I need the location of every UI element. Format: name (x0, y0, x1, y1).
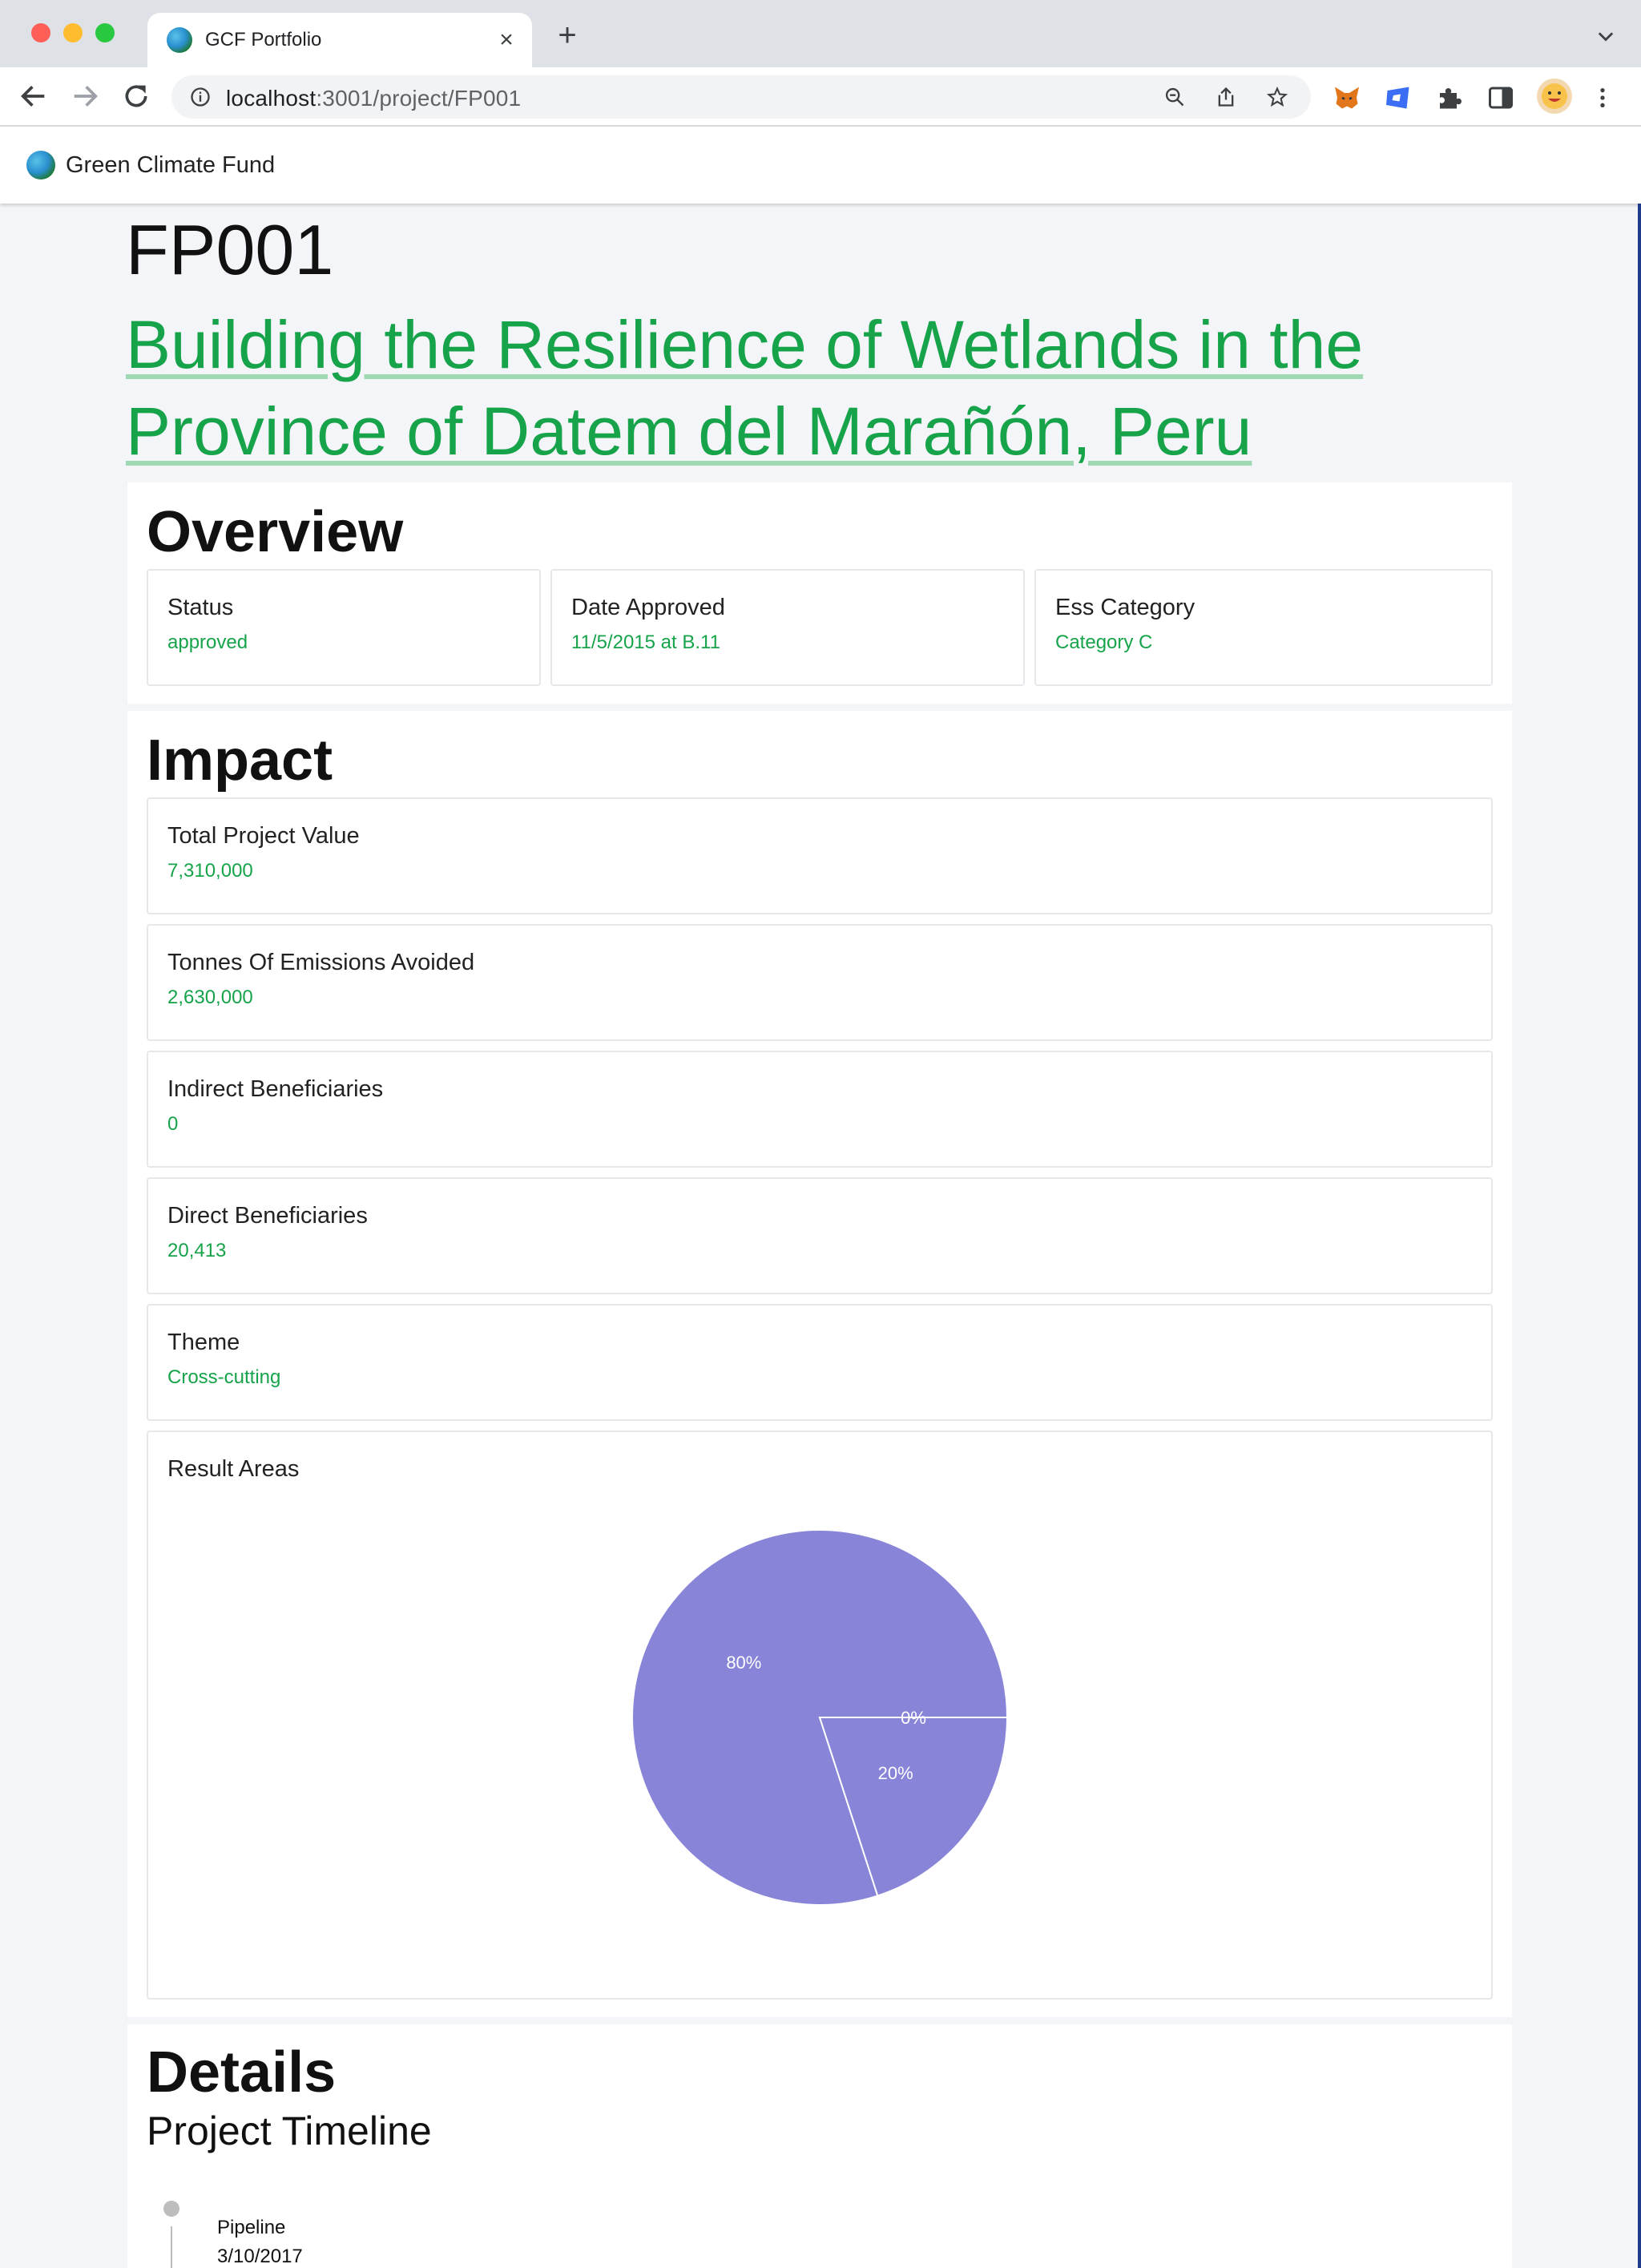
kebab-menu-icon[interactable] (1590, 83, 1615, 112)
card-label: Direct Beneficiaries (167, 1203, 368, 1229)
project-timeline-title: Project Timeline (147, 2109, 432, 2153)
card-value: 7,310,000 (167, 860, 253, 882)
card-label: Theme (167, 1330, 240, 1355)
total-project-value-card: Total Project Value 7,310,000 (147, 797, 1493, 914)
timeline-stage-date: 3/10/2017 (217, 2246, 303, 2267)
timeline-dot (163, 2201, 179, 2217)
reload-icon[interactable] (120, 80, 152, 112)
details-title: Details (147, 2040, 337, 2105)
browser-tabstrip: GCF Portfolio × + (0, 0, 1641, 67)
status-card: Status approved (147, 569, 541, 686)
card-label: Date Approved (571, 595, 725, 620)
card-value: 20,413 (167, 1240, 227, 1261)
card-label: Tonnes Of Emissions Avoided (167, 950, 475, 975)
ess-category-card: Ess Category Category C (1034, 569, 1493, 686)
close-window-button[interactable] (31, 23, 50, 42)
chevron-down-icon[interactable] (1595, 26, 1617, 48)
window-edge (1638, 204, 1641, 2268)
card-value: 11/5/2015 at B.11 (571, 632, 720, 653)
overview-section: Overview Status approved Date Approved 1… (127, 482, 1512, 704)
indirect-beneficiaries-card: Indirect Beneficiaries 0 (147, 1051, 1493, 1168)
date-approved-card: Date Approved 11/5/2015 at B.11 (550, 569, 1025, 686)
result-areas-pie-chart: 80% 20% 0% (631, 1529, 1009, 1906)
card-value: Cross-cutting (167, 1366, 281, 1388)
browser-tab[interactable]: GCF Portfolio × (147, 13, 532, 67)
pie-slice-label: 80% (726, 1653, 761, 1673)
details-section: Details Project Timeline Pipeline 3/10/2… (127, 2024, 1512, 2268)
globe-favicon-icon (167, 27, 192, 53)
card-value: 2,630,000 (167, 987, 253, 1008)
bookmark-star-icon[interactable] (1266, 86, 1288, 108)
forward-arrow-icon[interactable] (69, 80, 101, 112)
card-label: Total Project Value (167, 823, 360, 849)
pie-slice-label: 20% (878, 1763, 913, 1783)
tab-title: GCF Portfolio (205, 29, 322, 50)
zoom-out-icon[interactable] (1163, 86, 1186, 108)
info-icon[interactable] (189, 86, 212, 108)
card-label: Ess Category (1055, 595, 1195, 620)
impact-section: Impact Total Project Value 7,310,000 Ton… (127, 711, 1512, 2017)
minimize-window-button[interactable] (63, 23, 83, 42)
back-arrow-icon[interactable] (18, 80, 50, 112)
direct-beneficiaries-card: Direct Beneficiaries 20,413 (147, 1177, 1493, 1294)
browser-toolbar: localhost:3001/project/FP001 (0, 67, 1641, 127)
share-icon[interactable] (1215, 86, 1237, 108)
overview-title: Overview (147, 500, 404, 564)
metamask-fox-icon[interactable] (1333, 83, 1361, 112)
result-areas-card: Result Areas 80% 20% 0% (147, 1431, 1493, 2000)
card-label: Indirect Beneficiaries (167, 1076, 384, 1102)
pie-slice-label: 0% (901, 1708, 926, 1728)
project-title-link[interactable]: Building the Resilience of Wetlands in t… (126, 301, 1504, 474)
impact-title: Impact (147, 728, 333, 793)
extension-blue-icon[interactable] (1384, 83, 1413, 112)
card-value: approved (167, 632, 248, 653)
emissions-avoided-card: Tonnes Of Emissions Avoided 2,630,000 (147, 924, 1493, 1041)
address-bar[interactable]: localhost:3001/project/FP001 (171, 75, 1311, 119)
maximize-window-button[interactable] (95, 23, 115, 42)
card-value: 0 (167, 1113, 179, 1135)
timeline-stage-label: Pipeline (217, 2217, 286, 2238)
theme-card: Theme Cross-cutting (147, 1304, 1493, 1421)
project-id: FP001 (126, 210, 334, 289)
card-value: Category C (1055, 632, 1153, 653)
timeline-connector (171, 2226, 172, 2268)
side-panel-icon[interactable] (1486, 83, 1515, 112)
new-tab-button[interactable]: + (551, 19, 583, 53)
globe-logo-icon (26, 151, 55, 180)
tab-close-icon[interactable]: × (490, 24, 522, 56)
emoji-face-icon (1542, 83, 1567, 109)
puzzle-extensions-icon[interactable] (1435, 83, 1464, 112)
app-header: Green Climate Fund (0, 127, 1641, 204)
profile-avatar[interactable] (1537, 79, 1572, 114)
url-text[interactable]: localhost:3001/project/FP001 (226, 86, 521, 111)
app-name[interactable]: Green Climate Fund (66, 152, 275, 179)
card-label: Status (167, 595, 234, 620)
